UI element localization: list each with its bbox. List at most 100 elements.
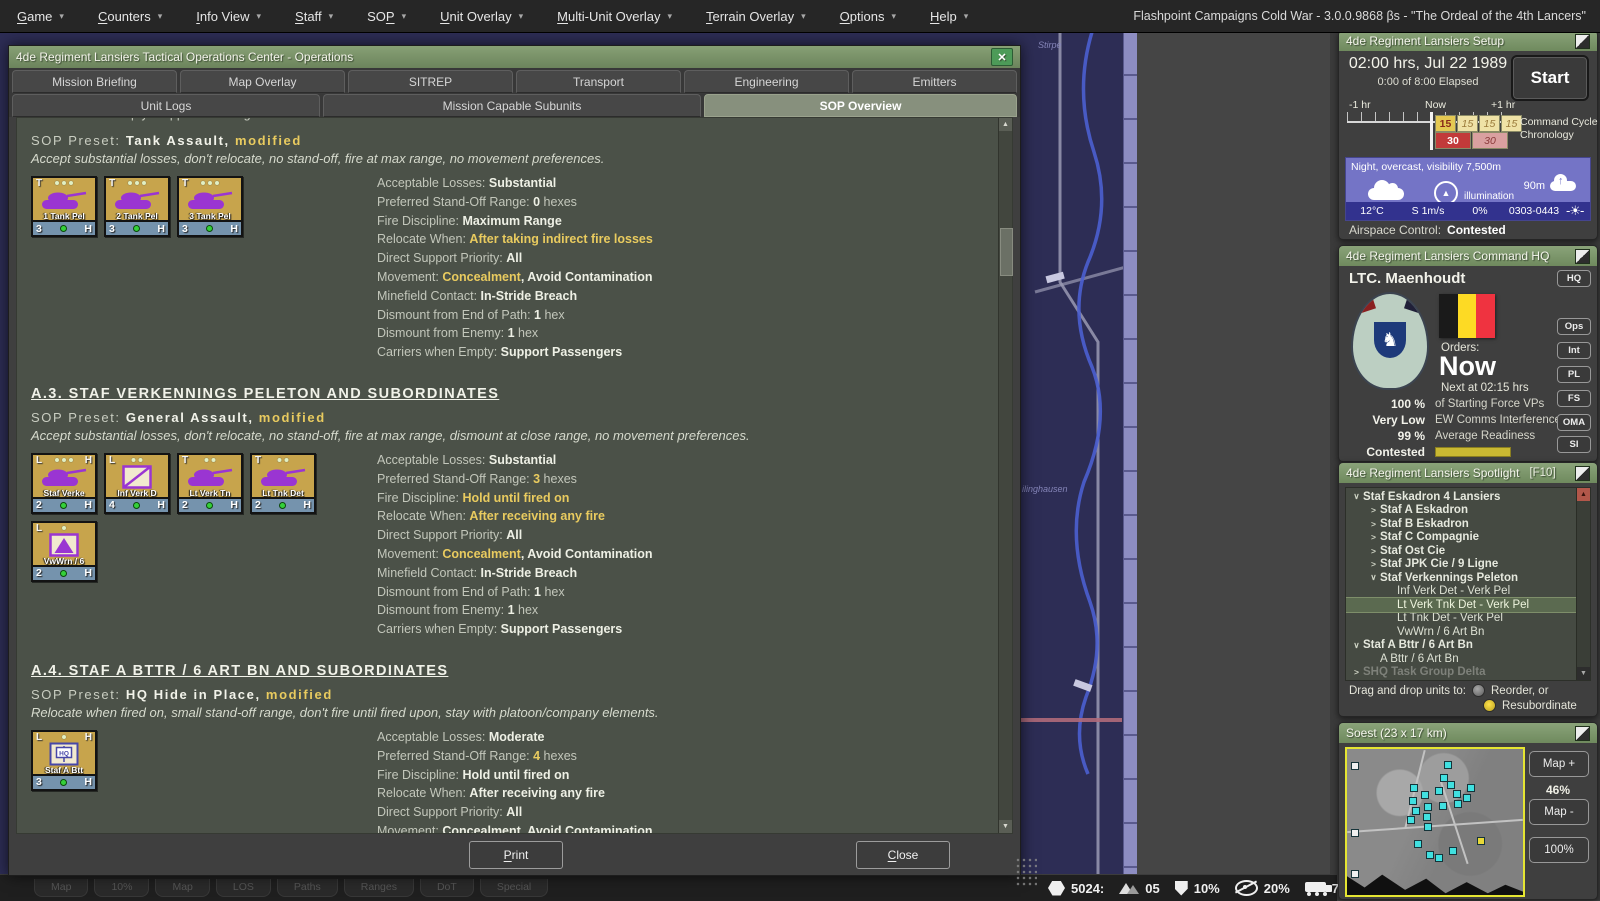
unit-counter[interactable]: T HQ Lt Tnk Det — [250, 453, 316, 514]
scroll-down-icon[interactable]: ▼ — [999, 820, 1012, 833]
bottom-tab-special[interactable]: Special — [480, 879, 548, 897]
tree-item-vwwrn-6-art-bn[interactable]: VwWrn / 6 Art Bn — [1346, 625, 1590, 639]
tree-expand-icon[interactable]: > — [1367, 546, 1380, 556]
menu-multi-unit-overlay[interactable]: Multi-Unit Overlay▾ — [540, 0, 689, 32]
friendly-unit-dot[interactable] — [1421, 791, 1429, 799]
close-icon[interactable]: ✕ — [991, 48, 1013, 66]
bottom-tab-paths[interactable]: Paths — [277, 879, 338, 897]
tree-expand-icon[interactable]: > — [1367, 505, 1380, 515]
bottom-tab-ranges[interactable]: Ranges — [344, 879, 414, 897]
tree-item-staf-b-eskadron[interactable]: > Staf B Eskadron — [1346, 517, 1590, 531]
unit-counter[interactable]: L HQ Inf Verk D — [104, 453, 170, 514]
hq-panel-header[interactable]: 4de Regiment Lansiers Command HQ — [1339, 246, 1597, 266]
bottom-tab-map[interactable]: Map — [155, 879, 209, 897]
map-edge-marker[interactable] — [1351, 829, 1359, 837]
minimap[interactable] — [1345, 747, 1525, 897]
friendly-unit-dot[interactable] — [1449, 847, 1457, 855]
friendly-unit-dot[interactable] — [1435, 854, 1443, 862]
hq-side-button-fs[interactable]: FS — [1557, 390, 1591, 407]
tree-scroll-down-icon[interactable]: ▼ — [1577, 667, 1590, 680]
bottom-tab-dot[interactable]: DoT — [420, 879, 474, 897]
tab-mission-briefing[interactable]: Mission Briefing — [12, 70, 177, 93]
content-scrollbar[interactable]: ▲ ▼ — [998, 118, 1012, 833]
tree-item-staf-verkennings-peleton[interactable]: ∨ Staf Verkennings Peleton — [1346, 571, 1590, 585]
unit-counter[interactable]: T HQ 3 Tank Pel — [177, 176, 243, 237]
hq-side-button-oma[interactable]: OMA — [1557, 414, 1591, 431]
tree-scroll-up-icon[interactable]: ▲ — [1577, 488, 1590, 501]
friendly-unit-dot[interactable] — [1414, 840, 1422, 848]
tree-expand-icon[interactable]: ∨ — [1367, 572, 1380, 583]
map-zoom-in-button[interactable]: Map + — [1529, 751, 1589, 777]
hq-side-button-si[interactable]: SI — [1557, 436, 1591, 453]
panel-collapse-icon[interactable] — [1575, 34, 1590, 49]
print-button[interactable]: Print — [469, 841, 563, 869]
menu-counters[interactable]: Counters▾ — [81, 0, 179, 32]
tree-expand-icon[interactable]: ∨ — [1350, 640, 1363, 651]
tree-item-staf-c-compagnie[interactable]: > Staf C Compagnie — [1346, 531, 1590, 545]
scrollbar-thumb[interactable] — [1000, 228, 1013, 276]
map-edge-marker[interactable] — [1351, 762, 1359, 770]
unit-counter[interactable]: L H HQ Staf A Btt — [31, 730, 97, 791]
dialog-titlebar[interactable]: 4de Regiment Lansiers Tactical Operation… — [9, 46, 1020, 68]
start-button[interactable]: Start — [1511, 55, 1589, 101]
tree-item-staf-jpk-cie-9-ligne[interactable]: > Staf JPK Cie / 9 Ligne — [1346, 558, 1590, 572]
tree-item-shq-task-group-delta[interactable]: > SHQ Task Group Delta — [1346, 666, 1590, 680]
tab-emitters[interactable]: Emitters — [852, 70, 1017, 93]
friendly-unit-dot[interactable] — [1435, 787, 1443, 795]
friendly-unit-dot[interactable] — [1426, 851, 1434, 859]
unit-counter[interactable]: T HQ Lt Verk Tn — [177, 453, 243, 514]
tab-map-overlay[interactable]: Map Overlay — [180, 70, 345, 93]
unit-counter[interactable]: L H HQ Staf Verke — [31, 453, 97, 514]
bottom-tab-map[interactable]: Map — [34, 879, 88, 897]
friendly-unit-dot[interactable] — [1467, 784, 1475, 792]
friendly-unit-dot[interactable] — [1439, 802, 1447, 810]
reorder-radio[interactable] — [1472, 684, 1485, 697]
friendly-unit-dot[interactable] — [1447, 781, 1455, 789]
spotlight-unit-dot[interactable] — [1477, 837, 1485, 845]
panel-collapse-icon[interactable] — [1575, 249, 1590, 264]
hq-side-button-ops[interactable]: Ops — [1557, 318, 1591, 335]
friendly-unit-dot[interactable] — [1463, 794, 1471, 802]
friendly-unit-dot[interactable] — [1454, 800, 1462, 808]
tree-expand-icon[interactable]: > — [1350, 667, 1363, 677]
friendly-unit-dot[interactable] — [1410, 784, 1418, 792]
map-zoom-out-button[interactable]: Map - — [1529, 799, 1589, 825]
panel-collapse-icon[interactable] — [1575, 466, 1590, 481]
setup-panel-header[interactable]: 4de Regiment Lansiers Setup — [1339, 31, 1597, 51]
friendly-unit-dot[interactable] — [1424, 803, 1432, 811]
bottom-tab-los[interactable]: LOS — [216, 879, 271, 897]
friendly-unit-dot[interactable] — [1424, 823, 1432, 831]
map-edge-marker[interactable] — [1351, 870, 1359, 878]
menu-sop[interactable]: SOP▾ — [350, 0, 423, 32]
tree-item-staf-ost-cie[interactable]: > Staf Ost Cie — [1346, 544, 1590, 558]
tree-expand-icon[interactable]: > — [1367, 532, 1380, 542]
friendly-unit-dot[interactable] — [1423, 813, 1431, 821]
friendly-unit-dot[interactable] — [1407, 816, 1415, 824]
close-button[interactable]: Close — [856, 841, 950, 869]
menu-info-view[interactable]: Info View▾ — [179, 0, 278, 32]
tree-item-lt-verk-tnk-det-verk-pel[interactable]: Lt Verk Tnk Det - Verk Pel — [1346, 598, 1590, 612]
tab-sop-overview[interactable]: SOP Overview — [704, 94, 1017, 117]
panel-collapse-icon[interactable] — [1575, 726, 1590, 741]
menu-game[interactable]: Game▾ — [0, 0, 81, 32]
tab-mission-capable-subunits[interactable]: Mission Capable Subunits — [323, 94, 701, 117]
scroll-up-icon[interactable]: ▲ — [999, 118, 1012, 131]
unit-counter[interactable]: T HQ 1 Tank Pel — [31, 176, 97, 237]
tree-expand-icon[interactable]: > — [1367, 519, 1380, 529]
tree-item-staf-a-eskadron[interactable]: > Staf A Eskadron — [1346, 504, 1590, 518]
tree-item-staf-a-bttr-6-art-bn[interactable]: ∨ Staf A Bttr / 6 Art Bn — [1346, 639, 1590, 653]
map-zoom-100-button[interactable]: 100% — [1529, 837, 1589, 863]
friendly-unit-dot[interactable] — [1409, 797, 1417, 805]
tab-engineering[interactable]: Engineering — [684, 70, 849, 93]
hq-side-button-int[interactable]: Int — [1557, 342, 1591, 359]
tree-item-lt-tnk-det-verk-pel[interactable]: Lt Tnk Det - Verk Pel — [1346, 612, 1590, 626]
minimap-panel-header[interactable]: Soest (23 x 17 km) — [1339, 723, 1597, 743]
tree-item-staf-eskadron-4-lansiers[interactable]: ∨ Staf Eskadron 4 Lansiers — [1346, 490, 1590, 504]
menu-help[interactable]: Help▾ — [913, 0, 985, 32]
menu-options[interactable]: Options▾ — [823, 0, 913, 32]
menu-staff[interactable]: Staff▾ — [278, 0, 350, 32]
tab-sitrep[interactable]: SITREP — [348, 70, 513, 93]
tree-item-inf-verk-det-verk-pel[interactable]: Inf Verk Det - Verk Pel — [1346, 585, 1590, 599]
tree-item-a-bttr-6-art-bn[interactable]: A Bttr / 6 Art Bn — [1346, 652, 1590, 666]
friendly-unit-dot[interactable] — [1412, 807, 1420, 815]
